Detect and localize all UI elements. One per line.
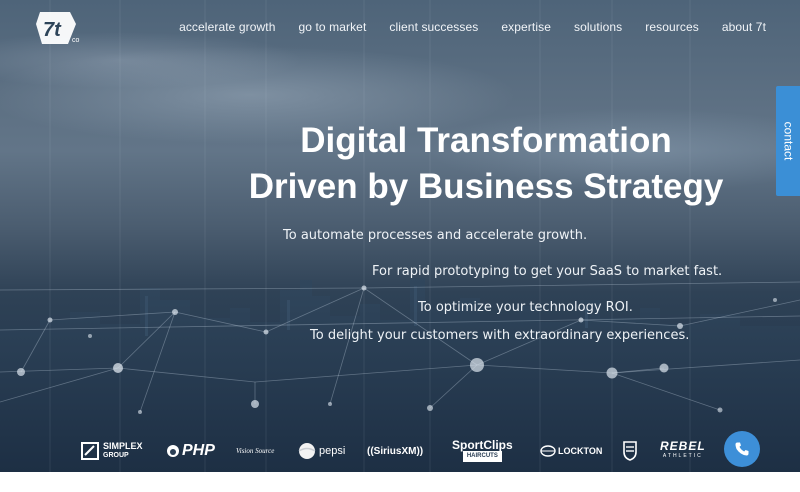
sportclips-sub: HAIRCUTS <box>462 451 502 462</box>
client-logo-lockton: LOCKTON <box>540 436 602 466</box>
nav-client-successes[interactable]: client successes <box>389 20 478 34</box>
nav-resources[interactable]: resources <box>645 20 699 34</box>
contact-tab-label: contact <box>781 121 796 161</box>
client-logo-rebel: REBEL ATHLETIC <box>660 436 706 466</box>
client-logo-pepsi: pepsi <box>298 436 345 466</box>
nav-expertise[interactable]: expertise <box>501 20 551 34</box>
vision-source-name: Vision Source <box>236 447 275 455</box>
main-nav: accelerate growth go to market client su… <box>179 20 766 34</box>
brand-logo[interactable]: 7t co <box>34 8 82 48</box>
nav-about-7t[interactable]: about 7t <box>722 20 766 34</box>
tagline-automate: To automate processes and accelerate gro… <box>283 228 588 243</box>
pepsi-name: pepsi <box>319 445 346 457</box>
headline-line-2: Driven by Business Strategy <box>248 167 724 206</box>
client-logo-sportclips: SportClips HAIRCUTS <box>452 436 513 466</box>
simplex-sub: GROUP <box>103 452 129 459</box>
shield-crest-icon <box>623 441 637 461</box>
page-bottom-strip <box>0 472 800 492</box>
lockton-globe-icon <box>540 445 556 457</box>
logo-mark-icon: 7t co <box>36 12 80 44</box>
client-logo-php: PHP <box>166 436 215 466</box>
headline-line-1: Digital Transformation <box>300 121 672 160</box>
pepsi-globe-icon <box>298 443 316 459</box>
nav-accelerate-growth[interactable]: accelerate growth <box>179 20 275 34</box>
siriusxm-left-waves: (( <box>367 445 374 457</box>
simplex-name: SIMPLEX <box>103 441 143 451</box>
simplex-icon <box>81 442 99 460</box>
hero-section: 7t co accelerate growth go to market cli… <box>0 0 800 472</box>
siriusxm-right-waves: )) <box>416 445 424 457</box>
tagline-delight: To delight your customers with extraordi… <box>310 328 690 343</box>
php-flame-icon <box>167 445 179 457</box>
nav-go-to-market[interactable]: go to market <box>298 20 366 34</box>
client-logos-strip: SIMPLEX GROUP PHP Vision Source pepsi ((… <box>0 436 800 466</box>
logo-suffix: co <box>72 37 80 44</box>
client-logo-siriusxm: (( SiriusXM )) <box>367 436 423 466</box>
tagline-roi: To optimize your technology ROI. <box>418 300 633 315</box>
contact-tab-button[interactable]: contact <box>776 86 800 196</box>
php-name: PHP <box>182 442 215 459</box>
rebel-sub: ATHLETIC <box>662 453 703 459</box>
sportclips-name: SportClips <box>452 438 513 452</box>
tagline-prototyping: For rapid prototyping to get your SaaS t… <box>372 264 723 279</box>
client-logo-vision-source: Vision Source <box>236 436 276 466</box>
hero-headline: Digital Transformation Driven by Busines… <box>236 118 736 210</box>
lockton-name: LOCKTON <box>558 446 603 456</box>
client-logo-simplex: SIMPLEX GROUP <box>81 436 143 466</box>
phone-icon <box>735 442 749 456</box>
siriusxm-name: SiriusXM <box>373 445 417 457</box>
call-button[interactable] <box>724 431 760 467</box>
nav-solutions[interactable]: solutions <box>574 20 622 34</box>
logo-text: 7t <box>43 19 62 41</box>
rebel-name: REBEL <box>660 439 706 453</box>
client-logo-shield <box>622 436 638 466</box>
